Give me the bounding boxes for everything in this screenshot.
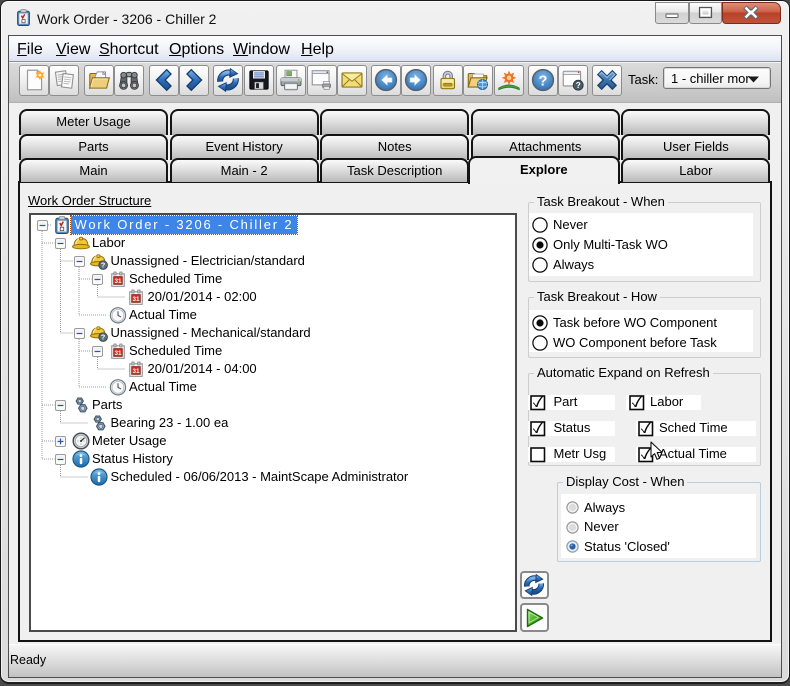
svg-text:?: ? bbox=[576, 81, 581, 90]
svg-text:?: ? bbox=[101, 333, 105, 342]
svg-text:31: 31 bbox=[114, 278, 122, 285]
svg-text:?: ? bbox=[538, 73, 547, 89]
svg-text:31: 31 bbox=[114, 350, 122, 357]
svg-text:31: 31 bbox=[132, 296, 140, 303]
svg-text:31: 31 bbox=[132, 368, 140, 375]
svg-text:?: ? bbox=[101, 261, 105, 270]
